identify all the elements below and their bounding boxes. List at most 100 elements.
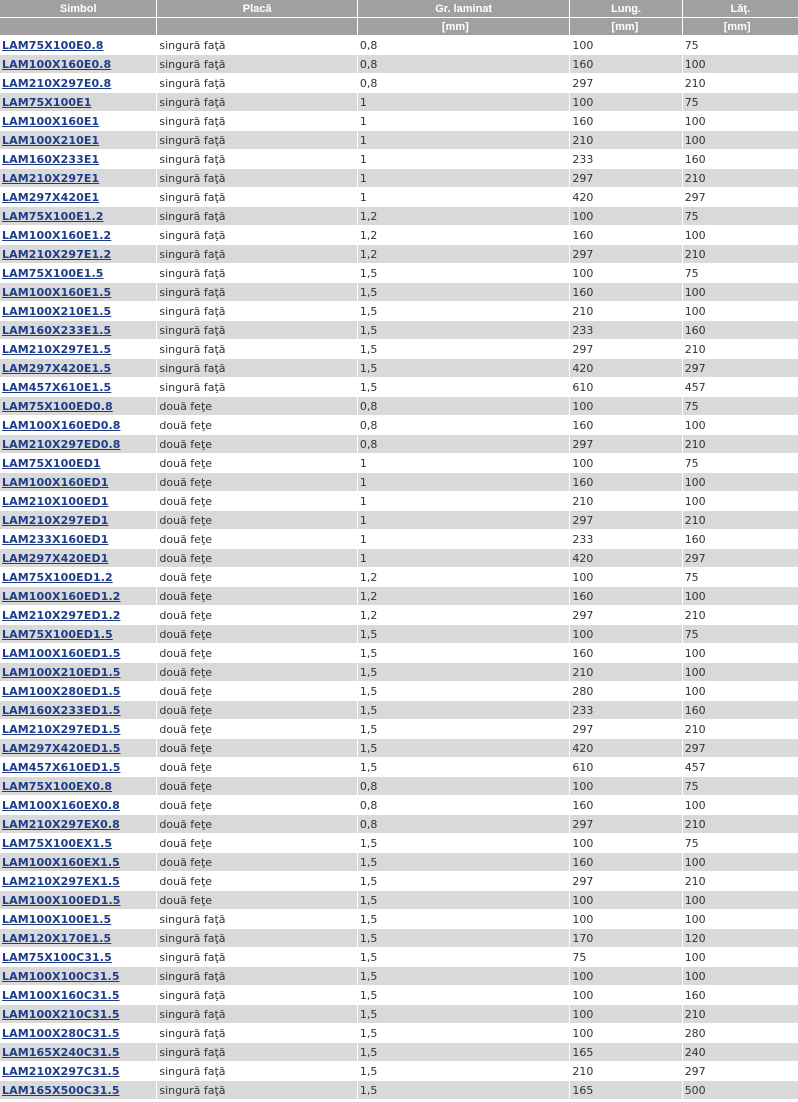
product-link[interactable]: LAM100X100ED1.5 [2, 894, 121, 907]
gr-laminat-cell: 1 [357, 454, 570, 472]
table-row: LAM210X297ED0.8 două feţe 0,8 297 210 [0, 435, 798, 453]
product-link[interactable]: LAM100X100C31.5 [2, 970, 120, 983]
product-link[interactable]: LAM210X100ED1 [2, 495, 108, 508]
product-link[interactable]: LAM100X160E1.2 [2, 229, 111, 242]
table-row: LAM210X297ED1.2 două feţe 1,2 297 210 [0, 606, 798, 624]
table-row: LAM100X160E1 singură faţă 1 160 100 [0, 112, 798, 130]
table-row: LAM75X100ED0.8 două feţe 0,8 100 75 [0, 397, 798, 415]
product-link[interactable]: LAM165X500C31.5 [2, 1084, 120, 1097]
product-link[interactable]: LAM100X160E1.5 [2, 286, 111, 299]
lung-cell: 210 [570, 302, 682, 320]
product-link[interactable]: LAM457X610E1.5 [2, 381, 111, 394]
product-link[interactable]: LAM75X100ED1 [2, 457, 101, 470]
product-link[interactable]: LAM210X297EX0.8 [2, 818, 120, 831]
product-link[interactable]: LAM210X297C31.5 [2, 1065, 120, 1078]
product-link[interactable]: LAM297X420ED1.5 [2, 742, 121, 755]
product-link[interactable]: LAM100X160EX0.8 [2, 799, 120, 812]
product-link[interactable]: LAM297X420E1.5 [2, 362, 111, 375]
gr-laminat-cell: 1 [357, 150, 570, 168]
simbol-cell: LAM120X170E1.5 [0, 929, 157, 947]
product-link[interactable]: LAM160X233E1.5 [2, 324, 111, 337]
product-link[interactable]: LAM210X297E1.5 [2, 343, 111, 356]
lung-cell: 160 [570, 473, 682, 491]
lung-cell: 100 [570, 1024, 682, 1042]
lat-cell: 160 [682, 701, 798, 719]
product-link[interactable]: LAM160X233ED1.5 [2, 704, 121, 717]
product-link[interactable]: LAM210X297ED0.8 [2, 438, 121, 451]
product-link[interactable]: LAM75X100E1.2 [2, 210, 104, 223]
product-link[interactable]: LAM100X100E1.5 [2, 913, 111, 926]
product-link[interactable]: LAM165X240C31.5 [2, 1046, 120, 1059]
product-link[interactable]: LAM120X170E1.5 [2, 932, 111, 945]
product-link[interactable]: LAM233X160ED1 [2, 533, 108, 546]
lung-cell: 170 [570, 929, 682, 947]
product-link[interactable]: LAM100X210E1 [2, 134, 99, 147]
table-row: LAM160X233E1 singură faţă 1 233 160 [0, 150, 798, 168]
gr-laminat-cell: 0,8 [357, 416, 570, 434]
header-lung: Lung. [570, 0, 682, 17]
product-link[interactable]: LAM100X160E1 [2, 115, 99, 128]
product-link[interactable]: LAM210X297E1 [2, 172, 99, 185]
product-link[interactable]: LAM100X280C31.5 [2, 1027, 120, 1040]
placa-cell: două feţe [157, 682, 357, 700]
simbol-cell: LAM100X160E1.5 [0, 283, 157, 301]
lat-cell: 100 [682, 853, 798, 871]
product-link[interactable]: LAM75X100E1 [2, 96, 92, 109]
product-link[interactable]: LAM160X233E1 [2, 153, 99, 166]
table-row: LAM100X210C31.5 singură faţă 1,5 100 210 [0, 1005, 798, 1023]
table-row: LAM297X420ED1.5 două feţe 1,5 420 297 [0, 739, 798, 757]
product-link[interactable]: LAM100X160E0.8 [2, 58, 111, 71]
product-link[interactable]: LAM75X100ED1.2 [2, 571, 113, 584]
product-link[interactable]: LAM75X100C31.5 [2, 951, 112, 964]
product-link[interactable]: LAM75X100ED1.5 [2, 628, 113, 641]
placa-cell: singură faţă [157, 302, 357, 320]
product-link[interactable]: LAM210X297E1.2 [2, 248, 111, 261]
lat-cell: 100 [682, 131, 798, 149]
product-link[interactable]: LAM100X160ED1.5 [2, 647, 121, 660]
product-link[interactable]: LAM100X160C31.5 [2, 989, 120, 1002]
product-link[interactable]: LAM210X297E0.8 [2, 77, 111, 90]
gr-laminat-cell: 1,5 [357, 663, 570, 681]
product-link[interactable]: LAM75X100E1.5 [2, 267, 104, 280]
product-link[interactable]: LAM100X210C31.5 [2, 1008, 120, 1021]
lung-cell: 297 [570, 606, 682, 624]
table-row: LAM120X170E1.5 singură faţă 1,5 170 120 [0, 929, 798, 947]
table-row: LAM297X420E1.5 singură faţă 1,5 420 297 [0, 359, 798, 377]
lung-cell: 100 [570, 36, 682, 54]
lat-cell: 100 [682, 663, 798, 681]
product-link[interactable]: LAM100X210E1.5 [2, 305, 111, 318]
gr-laminat-cell: 1,5 [357, 872, 570, 890]
product-link[interactable]: LAM100X210ED1.5 [2, 666, 121, 679]
product-link[interactable]: LAM100X160ED1.2 [2, 590, 121, 603]
placa-cell: singură faţă [157, 321, 357, 339]
product-link[interactable]: LAM297X420E1 [2, 191, 99, 204]
product-link[interactable]: LAM210X297ED1.2 [2, 609, 121, 622]
product-link[interactable]: LAM100X160ED1 [2, 476, 108, 489]
product-link[interactable]: LAM75X100ED0.8 [2, 400, 113, 413]
product-link[interactable]: LAM210X297ED1.5 [2, 723, 121, 736]
product-link[interactable]: LAM210X297EX1.5 [2, 875, 120, 888]
lat-cell: 297 [682, 188, 798, 206]
gr-laminat-cell: 0,8 [357, 435, 570, 453]
gr-laminat-cell: 1,2 [357, 587, 570, 605]
gr-laminat-cell: 1 [357, 188, 570, 206]
product-link[interactable]: LAM75X100EX1.5 [2, 837, 112, 850]
product-link[interactable]: LAM75X100EX0.8 [2, 780, 112, 793]
gr-laminat-cell: 1,5 [357, 891, 570, 909]
product-link[interactable]: LAM100X160ED0.8 [2, 419, 121, 432]
simbol-cell: LAM100X160ED0.8 [0, 416, 157, 434]
product-link[interactable]: LAM100X280ED1.5 [2, 685, 121, 698]
product-link[interactable]: LAM297X420ED1 [2, 552, 108, 565]
gr-laminat-cell: 0,8 [357, 796, 570, 814]
placa-cell: singură faţă [157, 112, 357, 130]
product-link[interactable]: LAM457X610ED1.5 [2, 761, 121, 774]
placa-cell: singură faţă [157, 150, 357, 168]
product-link[interactable]: LAM100X160EX1.5 [2, 856, 120, 869]
simbol-cell: LAM210X297ED1.5 [0, 720, 157, 738]
lat-cell: 100 [682, 112, 798, 130]
lat-cell: 280 [682, 1024, 798, 1042]
simbol-cell: LAM75X100EX1.5 [0, 834, 157, 852]
product-link[interactable]: LAM75X100E0.8 [2, 39, 104, 52]
placa-cell: singură faţă [157, 36, 357, 54]
product-link[interactable]: LAM210X297ED1 [2, 514, 108, 527]
